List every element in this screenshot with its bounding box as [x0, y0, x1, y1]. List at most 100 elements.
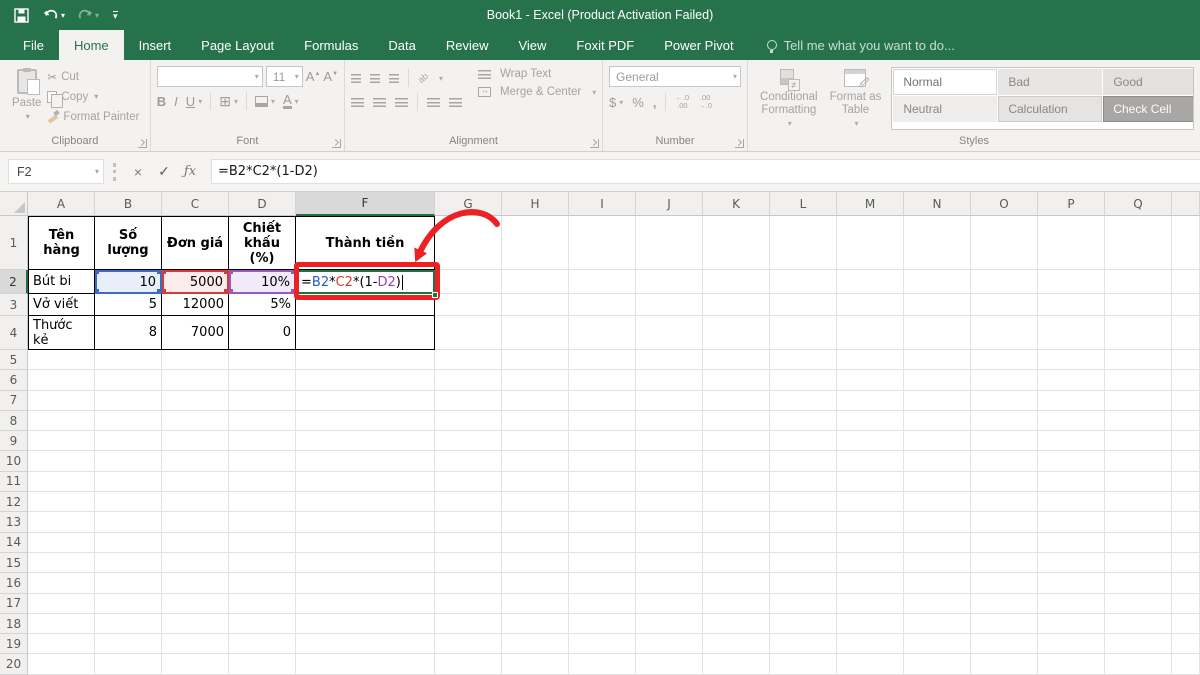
cell-N11[interactable] [904, 472, 971, 492]
cell-C18[interactable] [162, 614, 229, 634]
cell-stub-8[interactable] [1172, 411, 1200, 431]
cell-B6[interactable] [95, 370, 162, 390]
align-center-icon[interactable] [373, 98, 386, 107]
cell-H14[interactable] [502, 533, 569, 553]
cell-G20[interactable] [435, 654, 502, 674]
cell-K9[interactable] [703, 431, 770, 451]
cell-style-normal[interactable]: Normal [893, 69, 997, 95]
cell-A5[interactable] [28, 350, 95, 370]
cell-J6[interactable] [636, 370, 703, 390]
undo-dropdown-icon[interactable]: ▾ [61, 11, 65, 20]
conditional-formatting-dropdown-icon[interactable]: ▾ [788, 117, 792, 130]
cell-O20[interactable] [971, 654, 1038, 674]
conditional-formatting-button[interactable]: ≠ Conditional Formatting ▾ [754, 66, 824, 134]
cell-O15[interactable] [971, 553, 1038, 573]
column-header-stub[interactable] [1172, 192, 1200, 216]
cell-stub-7[interactable] [1172, 391, 1200, 411]
font-color-dropdown-icon[interactable]: ▾ [295, 97, 299, 106]
cell-N12[interactable] [904, 492, 971, 512]
cell-L1[interactable] [770, 216, 837, 270]
cell-P14[interactable] [1038, 533, 1105, 553]
cell-style-neutral[interactable]: Neutral [893, 96, 997, 122]
cell-A8[interactable] [28, 411, 95, 431]
cell-G5[interactable] [435, 350, 502, 370]
cell-I9[interactable] [569, 431, 636, 451]
fill-color-icon[interactable] [255, 96, 268, 107]
cell-F20[interactable] [296, 654, 435, 674]
cell-C19[interactable] [162, 634, 229, 654]
cell-Q20[interactable] [1105, 654, 1172, 674]
cell-F6[interactable] [296, 370, 435, 390]
formula-bar-handle[interactable] [113, 163, 116, 181]
cell-K17[interactable] [703, 594, 770, 614]
cell-P17[interactable] [1038, 594, 1105, 614]
cell-N3[interactable] [904, 294, 971, 316]
cell-B4[interactable]: 8 [95, 316, 162, 350]
paste-button[interactable]: Paste ▾ [6, 66, 47, 134]
cell-M20[interactable] [837, 654, 904, 674]
cell-I8[interactable] [569, 411, 636, 431]
cell-Q9[interactable] [1105, 431, 1172, 451]
cell-G17[interactable] [435, 594, 502, 614]
cell-stub-12[interactable] [1172, 492, 1200, 512]
cell-D16[interactable] [229, 573, 296, 593]
cell-N5[interactable] [904, 350, 971, 370]
cell-D5[interactable] [229, 350, 296, 370]
cell-O2[interactable] [971, 270, 1038, 294]
cell-K7[interactable] [703, 391, 770, 411]
cell-G14[interactable] [435, 533, 502, 553]
enter-button[interactable]: ✓ [151, 163, 177, 180]
copy-dropdown-icon[interactable]: ▾ [94, 92, 98, 101]
cell-N7[interactable] [904, 391, 971, 411]
cell-H15[interactable] [502, 553, 569, 573]
cell-K18[interactable] [703, 614, 770, 634]
comma-style-icon[interactable]: , [653, 95, 657, 110]
cell-C10[interactable] [162, 451, 229, 471]
merge-center-button[interactable]: Merge & Center ▾ [478, 86, 596, 98]
cell-K3[interactable] [703, 294, 770, 316]
column-header-O[interactable]: O [971, 192, 1038, 216]
cell-N17[interactable] [904, 594, 971, 614]
cell-D18[interactable] [229, 614, 296, 634]
cell-D11[interactable] [229, 472, 296, 492]
column-header-P[interactable]: P [1038, 192, 1105, 216]
borders-icon[interactable]: ⊞ [219, 93, 231, 110]
cell-L11[interactable] [770, 472, 837, 492]
row-header-9[interactable]: 9 [0, 431, 28, 451]
cell-D2-reference-highlight[interactable]: 10% [229, 270, 296, 294]
cell-C12[interactable] [162, 492, 229, 512]
cell-B3[interactable]: 5 [95, 294, 162, 316]
cell-K6[interactable] [703, 370, 770, 390]
tab-home[interactable]: Home [59, 30, 124, 60]
cell-M15[interactable] [837, 553, 904, 573]
cell-J10[interactable] [636, 451, 703, 471]
cell-Q12[interactable] [1105, 492, 1172, 512]
cell-A19[interactable] [28, 634, 95, 654]
cell-H7[interactable] [502, 391, 569, 411]
cell-H11[interactable] [502, 472, 569, 492]
cell-L16[interactable] [770, 573, 837, 593]
cell-B13[interactable] [95, 512, 162, 532]
cell-Q8[interactable] [1105, 411, 1172, 431]
cell-D7[interactable] [229, 391, 296, 411]
customize-qat-icon[interactable]: ▾ [113, 11, 118, 20]
cell-J12[interactable] [636, 492, 703, 512]
tab-review[interactable]: Review [431, 30, 504, 60]
cell-A18[interactable] [28, 614, 95, 634]
font-name-dropdown-icon[interactable]: ▾ [255, 72, 259, 81]
cell-I4[interactable] [569, 316, 636, 350]
cell-stub-4[interactable] [1172, 316, 1200, 350]
cell-stub-11[interactable] [1172, 472, 1200, 492]
cell-K19[interactable] [703, 634, 770, 654]
cell-C20[interactable] [162, 654, 229, 674]
cell-style-bad[interactable]: Bad [998, 69, 1102, 95]
cell-I3[interactable] [569, 294, 636, 316]
cell-A3[interactable]: Vở viết [28, 294, 95, 316]
cell-L4[interactable] [770, 316, 837, 350]
cell-P12[interactable] [1038, 492, 1105, 512]
cell-stub-14[interactable] [1172, 533, 1200, 553]
cell-A10[interactable] [28, 451, 95, 471]
cell-G10[interactable] [435, 451, 502, 471]
cell-B16[interactable] [95, 573, 162, 593]
cell-stub-6[interactable] [1172, 370, 1200, 390]
